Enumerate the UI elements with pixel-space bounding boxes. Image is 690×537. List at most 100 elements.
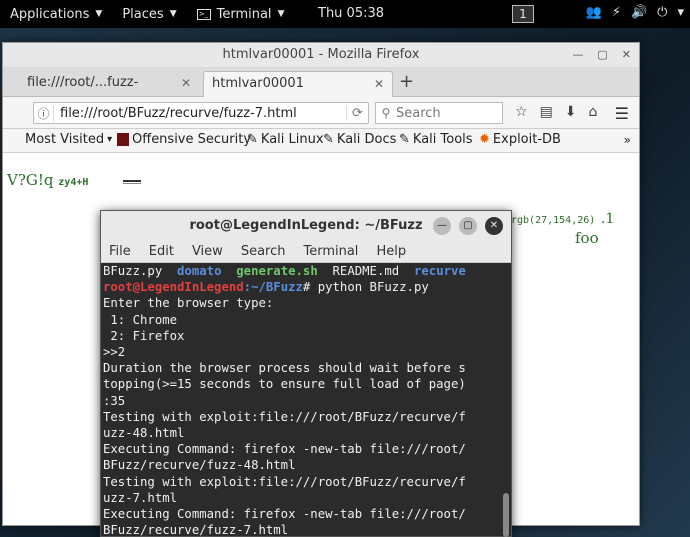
applications-label: Applications	[10, 6, 90, 22]
terminal-line: Duration the browser process should wait…	[103, 361, 466, 376]
terminal-titlebar[interactable]: root@LegendInLegend: ~/BFuzz — ▢ ✕	[101, 211, 511, 241]
new-tab-button[interactable]: +	[399, 71, 414, 92]
page-text-foo: foo	[575, 229, 599, 247]
ls-dir: recurve	[413, 264, 466, 278]
close-icon[interactable]: ✕	[181, 71, 191, 97]
download-icon[interactable]: ⬇	[565, 104, 577, 120]
reload-icon[interactable]: ⟳	[346, 105, 368, 121]
volume-icon: 🔊	[630, 5, 648, 20]
page-text-1: V?G!q	[7, 171, 54, 189]
offsec-icon	[117, 133, 129, 146]
terminal-menu-label: Terminal	[216, 6, 272, 22]
close-icon[interactable]: ✕	[485, 217, 503, 235]
close-icon[interactable]: ✕	[374, 72, 384, 97]
bookmark-most-visited[interactable]: Most Visited ▾	[25, 132, 112, 147]
terminal-menubar: File Edit View Search Terminal Help	[101, 241, 511, 263]
chevron-double-right-icon[interactable]: »	[624, 133, 631, 147]
exploit-db-icon: ✹	[479, 132, 490, 147]
terminal-output[interactable]: BFuzz.py domato generate.sh README.md re…	[101, 263, 499, 536]
places-label: Places	[122, 6, 164, 22]
terminal-line: Testing with exploit:file:///root/BFuzz/…	[103, 474, 466, 489]
firefox-titlebar[interactable]: htmlvar00001 - Mozilla Firefox — ▢ ✕	[3, 43, 639, 67]
bookmark-exploit-db[interactable]: ✹ Exploit-DB	[479, 132, 561, 147]
tab-htmlvar00001[interactable]: htmlvar00001 ✕	[203, 71, 393, 97]
applications-menu[interactable]: Applications ▼	[0, 0, 112, 28]
url-text[interactable]: file:///root/BFuzz/recurve/fuzz-7.html	[54, 106, 346, 121]
bookmark-label: Kali Tools	[412, 132, 473, 147]
search-input[interactable]: ⚲ Search	[375, 102, 503, 124]
page-text-1-small: zy4+H	[58, 177, 89, 188]
menu-help[interactable]: Help	[376, 241, 406, 262]
prompt-path: :~/BFuzz	[243, 280, 303, 295]
terminal-window: root@LegendInLegend: ~/BFuzz — ▢ ✕ File …	[100, 210, 512, 537]
terminal-line-prompt: root@LegendInLegend:~/BFuzz# python BFuz…	[103, 279, 499, 295]
clock[interactable]: Thu 05:38	[318, 6, 384, 21]
terminal-line: Executing Command: firefox -new-tab file…	[103, 507, 466, 522]
menu-terminal[interactable]: Terminal	[303, 241, 358, 262]
bookmarks-toolbar: Most Visited ▾ Offensive Security ✎ Kali…	[3, 129, 639, 153]
places-menu[interactable]: Places ▼	[112, 0, 186, 28]
menu-search[interactable]: Search	[241, 241, 286, 262]
url-bar[interactable]: ⓘ file:///root/BFuzz/recurve/fuzz-7.html…	[33, 102, 369, 124]
bookmark-star-icon[interactable]: ☆	[515, 104, 528, 120]
terminal-line: Enter the browser type:	[103, 296, 274, 311]
hamburger-menu-icon[interactable]: ☰	[615, 104, 629, 123]
gnome-top-bar: Applications ▼ Places ▼ >_ Terminal ▼ Th…	[0, 0, 690, 28]
terminal-line: >>2	[103, 345, 126, 360]
info-icon[interactable]: ⓘ	[34, 104, 54, 122]
page-text-dot1: .1	[601, 211, 615, 227]
prompt-user: root@LegendInLegend	[103, 280, 244, 295]
bookmark-label: Most Visited	[25, 132, 105, 147]
menu-edit[interactable]: Edit	[149, 241, 174, 262]
minimize-icon[interactable]: —	[572, 43, 583, 67]
terminal-line: topping(>=15 seconds to ensure full load…	[103, 377, 466, 392]
bookmark-label: Exploit-DB	[492, 132, 561, 147]
ls-file: BFuzz.py	[103, 264, 163, 278]
chevron-down-icon: ▾	[107, 134, 113, 145]
tab-fuzz-48[interactable]: file:///root/...fuzz-48.html ✕	[19, 71, 199, 114]
ls-dir: domato	[177, 264, 222, 278]
bookmark-kali-docs[interactable]: ✎ Kali Docs	[323, 132, 396, 147]
terminal-line: BFuzz/recurve/fuzz-7.html	[103, 523, 289, 536]
terminal-line: :35	[103, 393, 126, 408]
terminal-line: uzz-48.html	[103, 426, 185, 441]
bookmark-kali-linux[interactable]: ✎ Kali Linux	[247, 132, 324, 147]
system-tray[interactable]: 👥 ⚡ 🔊 ⏻ ▾	[586, 5, 684, 20]
terminal-app-menu[interactable]: >_ Terminal ▼	[187, 0, 295, 28]
page-text: V?G!q zy4+H	[7, 171, 88, 189]
bookmark-offensive-security[interactable]: Offensive Security	[117, 132, 251, 147]
search-icon: ⚲	[381, 106, 391, 120]
workspace-indicator[interactable]: 1	[512, 5, 534, 23]
reader-list-icon[interactable]: ▤	[540, 104, 553, 120]
menu-file[interactable]: File	[109, 241, 131, 262]
bookmark-kali-tools[interactable]: ✎ Kali Tools	[399, 132, 473, 147]
search-placeholder: Search	[396, 105, 441, 121]
home-icon[interactable]: ⌂	[589, 104, 598, 120]
minimize-icon[interactable]: —	[433, 217, 451, 235]
terminal-scrollbar[interactable]	[499, 263, 511, 537]
ls-file: README.md	[332, 264, 400, 278]
terminal-title: root@LegendInLegend: ~/BFuzz	[189, 218, 423, 233]
power-icon: ⏻	[657, 5, 668, 20]
chevron-down-icon: ▼	[95, 9, 103, 19]
terminal-icon: >_	[196, 8, 211, 20]
chevron-down-icon: ▼	[169, 9, 177, 19]
bookmark-label: Kali Linux	[260, 132, 324, 147]
network-icon: ⚡	[611, 5, 621, 20]
page-text-rgb: rgb(27,154,26)	[511, 215, 596, 226]
menu-view[interactable]: View	[192, 241, 223, 262]
terminal-line: uzz-7.html	[103, 490, 178, 505]
terminal-line: Testing with exploit:file:///root/BFuzz/…	[103, 409, 466, 424]
kali-dragon-icon: ✎	[323, 132, 334, 147]
close-icon[interactable]: ✕	[622, 43, 631, 67]
terminal-line: Executing Command: firefox -new-tab file…	[103, 442, 466, 457]
scrollbar-thumb[interactable]	[503, 493, 509, 537]
tab-label: htmlvar00001	[212, 76, 304, 91]
terminal-line-ls: BFuzz.py domato generate.sh README.md re…	[103, 263, 499, 279]
users-icon: 👥	[585, 5, 602, 20]
maximize-icon[interactable]: ▢	[597, 43, 607, 67]
maximize-icon[interactable]: ▢	[459, 217, 477, 235]
bookmark-label: Offensive Security	[132, 132, 252, 147]
terminal-line: 1: Chrome	[103, 312, 178, 327]
ls-exec: generate.sh	[236, 264, 318, 278]
